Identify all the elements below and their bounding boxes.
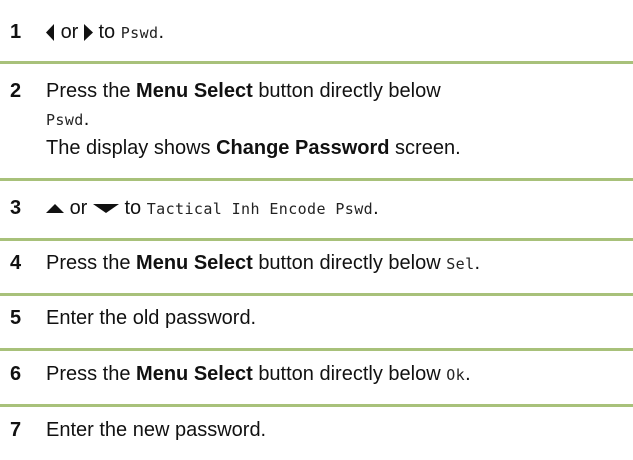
arrow-left-icon — [46, 24, 55, 42]
step-text: or to Pswd. — [46, 18, 629, 47]
display-label-ok: Ok — [446, 366, 466, 384]
step-text: or to Tactical Inh Encode Pswd. — [46, 194, 629, 223]
step-text-post: button directly below — [258, 363, 441, 385]
step-text-line2-post: screen. — [395, 137, 461, 159]
menu-select-label: Menu Select — [136, 252, 253, 274]
or-text: or — [60, 21, 79, 43]
step-text-post: button directly below — [258, 80, 441, 102]
display-label-tactical-inh-encode-pswd: Tactical Inh Encode Pswd — [146, 200, 374, 218]
period: . — [83, 108, 90, 130]
step-number: 5 — [10, 307, 22, 329]
divider — [0, 178, 633, 181]
display-label-pswd: Pswd — [120, 24, 159, 42]
step-text-pre: Press the — [46, 80, 131, 102]
step-number: 4 — [10, 252, 22, 274]
or-text: or — [69, 197, 88, 219]
step-text-pre: Press the — [46, 363, 131, 385]
step-text: Press the Menu Select button directly be… — [46, 360, 629, 389]
divider — [0, 61, 633, 64]
divider — [0, 238, 633, 241]
period: . — [465, 363, 471, 385]
arrow-down-icon — [92, 204, 119, 214]
divider — [0, 348, 633, 351]
period: . — [373, 197, 379, 219]
step-number: 1 — [10, 21, 22, 43]
to-text: to — [124, 197, 142, 219]
step-number: 6 — [10, 363, 22, 385]
step-text-pre: Press the — [46, 252, 131, 274]
period: . — [474, 252, 481, 274]
display-label-pswd: Pswd — [46, 111, 84, 129]
step-text: Enter the old password. — [46, 307, 257, 329]
menu-select-label: Menu Select — [136, 80, 253, 102]
to-text: to — [98, 21, 116, 43]
step-text: Enter the new password. — [46, 419, 267, 441]
divider — [0, 404, 633, 407]
step-number: 7 — [10, 419, 22, 441]
step-number: 2 — [10, 80, 22, 102]
step-text: Press the Menu Select button directly be… — [46, 77, 629, 162]
display-label-sel: Sel — [446, 255, 475, 273]
menu-select-label: Menu Select — [136, 363, 253, 385]
change-password-label: Change Password — [216, 137, 390, 159]
arrow-right-icon — [83, 24, 93, 42]
divider — [0, 293, 633, 296]
step-text-post: button directly below — [258, 252, 441, 274]
step-number: 3 — [10, 197, 22, 219]
arrow-up-icon — [46, 204, 64, 214]
step-text: Press the Menu Select button directly be… — [46, 249, 629, 278]
step-text-line2-pre: The display shows — [46, 137, 211, 159]
period: . — [158, 21, 165, 43]
